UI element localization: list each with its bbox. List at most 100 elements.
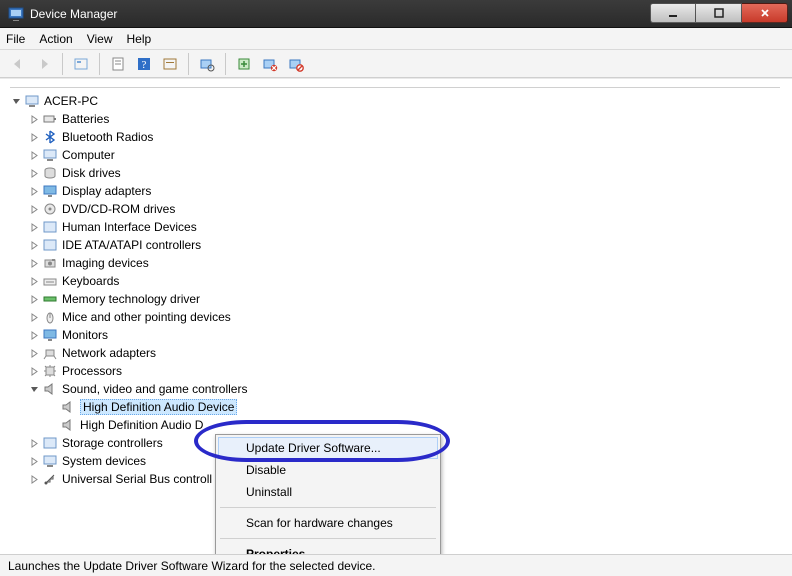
device-icon (42, 147, 58, 163)
expand-icon[interactable] (28, 168, 40, 178)
device-label: Monitors (62, 328, 108, 342)
menu-help[interactable]: Help (127, 32, 152, 46)
expand-icon[interactable] (28, 204, 40, 214)
expand-icon[interactable] (28, 240, 40, 250)
device-icon (42, 327, 58, 343)
device-icon (60, 417, 76, 433)
tree-node[interactable]: Computer (10, 146, 780, 164)
device-label: ACER-PC (44, 94, 98, 108)
device-label: Display adapters (62, 184, 151, 198)
action-button[interactable] (158, 53, 182, 75)
device-icon (42, 273, 58, 289)
context-menu: Update Driver Software...DisableUninstal… (215, 434, 441, 568)
properties-button[interactable] (106, 53, 130, 75)
status-text: Launches the Update Driver Software Wiza… (8, 559, 376, 573)
device-icon (42, 471, 58, 487)
menubar: File Action View Help (0, 28, 792, 50)
device-icon (42, 345, 58, 361)
device-icon (42, 111, 58, 127)
show-hidden-button[interactable] (69, 53, 93, 75)
close-button[interactable] (742, 3, 788, 23)
device-icon (42, 453, 58, 469)
expand-icon[interactable] (28, 438, 40, 448)
expand-icon[interactable] (28, 384, 40, 394)
tree-leaf[interactable]: High Definition Audio Device (10, 398, 780, 416)
tree-node[interactable]: Memory technology driver (10, 290, 780, 308)
disable-button[interactable] (284, 53, 308, 75)
menu-action[interactable]: Action (39, 32, 72, 46)
expand-icon[interactable] (28, 276, 40, 286)
tree-node[interactable]: Batteries (10, 110, 780, 128)
device-label: IDE ATA/ATAPI controllers (62, 238, 201, 252)
expand-icon[interactable] (28, 114, 40, 124)
device-icon (42, 291, 58, 307)
device-icon (42, 363, 58, 379)
back-button[interactable] (6, 53, 30, 75)
expand-icon[interactable] (28, 258, 40, 268)
tree-node[interactable]: Human Interface Devices (10, 218, 780, 236)
scan-button[interactable] (195, 53, 219, 75)
device-label: Keyboards (62, 274, 119, 288)
tree-node[interactable]: Mice and other pointing devices (10, 308, 780, 326)
uninstall-button[interactable] (258, 53, 282, 75)
device-icon (42, 219, 58, 235)
tree-node[interactable]: Imaging devices (10, 254, 780, 272)
device-icon (42, 165, 58, 181)
tree-node[interactable]: Disk drives (10, 164, 780, 182)
help-button[interactable]: ? (132, 53, 156, 75)
tree-node[interactable]: Monitors (10, 326, 780, 344)
expand-icon[interactable] (28, 186, 40, 196)
device-label: Processors (62, 364, 122, 378)
expand-icon[interactable] (28, 366, 40, 376)
expand-icon[interactable] (28, 330, 40, 340)
context-menu-item[interactable]: Uninstall (218, 481, 438, 503)
update-driver-button[interactable] (232, 53, 256, 75)
context-menu-item[interactable]: Disable (218, 459, 438, 481)
forward-button[interactable] (32, 53, 56, 75)
device-label: Computer (62, 148, 115, 162)
context-menu-item[interactable]: Update Driver Software... (218, 437, 438, 459)
maximize-button[interactable] (696, 3, 742, 23)
expand-icon[interactable] (10, 96, 22, 106)
tree-node[interactable]: Bluetooth Radios (10, 128, 780, 146)
expand-icon[interactable] (28, 348, 40, 358)
device-icon (42, 129, 58, 145)
device-label: Disk drives (62, 166, 121, 180)
device-label: Imaging devices (62, 256, 149, 270)
expand-icon[interactable] (28, 294, 40, 304)
tree-node[interactable]: Processors (10, 362, 780, 380)
expand-icon[interactable] (28, 222, 40, 232)
device-icon (60, 399, 76, 415)
toolbar: ? (0, 50, 792, 78)
context-menu-item[interactable]: Scan for hardware changes (218, 512, 438, 534)
tree-node[interactable]: IDE ATA/ATAPI controllers (10, 236, 780, 254)
device-label: High Definition Audio Device (80, 399, 237, 415)
tree-node[interactable]: DVD/CD-ROM drives (10, 200, 780, 218)
minimize-button[interactable] (650, 3, 696, 23)
device-label: Bluetooth Radios (62, 130, 153, 144)
menu-file[interactable]: File (6, 32, 25, 46)
device-icon (42, 201, 58, 217)
expand-icon[interactable] (28, 456, 40, 466)
tree-leaf[interactable]: High Definition Audio D (10, 416, 780, 434)
expand-icon[interactable] (28, 132, 40, 142)
device-label: Storage controllers (62, 436, 163, 450)
device-label: Network adapters (62, 346, 156, 360)
device-label: DVD/CD-ROM drives (62, 202, 175, 216)
tree-node[interactable]: Network adapters (10, 344, 780, 362)
expand-icon[interactable] (28, 312, 40, 322)
device-icon (42, 183, 58, 199)
expand-icon[interactable] (28, 150, 40, 160)
app-icon (8, 6, 24, 22)
tree-node[interactable]: Sound, video and game controllers (10, 380, 780, 398)
expand-icon[interactable] (28, 474, 40, 484)
tree-node[interactable]: Keyboards (10, 272, 780, 290)
device-label: Mice and other pointing devices (62, 310, 231, 324)
device-label: Universal Serial Bus controll (62, 472, 212, 486)
device-label: System devices (62, 454, 146, 468)
device-icon (42, 381, 58, 397)
tree-root-node[interactable]: ACER-PC (10, 92, 780, 110)
tree-node[interactable]: Display adapters (10, 182, 780, 200)
svg-text:?: ? (142, 59, 147, 71)
menu-view[interactable]: View (87, 32, 113, 46)
